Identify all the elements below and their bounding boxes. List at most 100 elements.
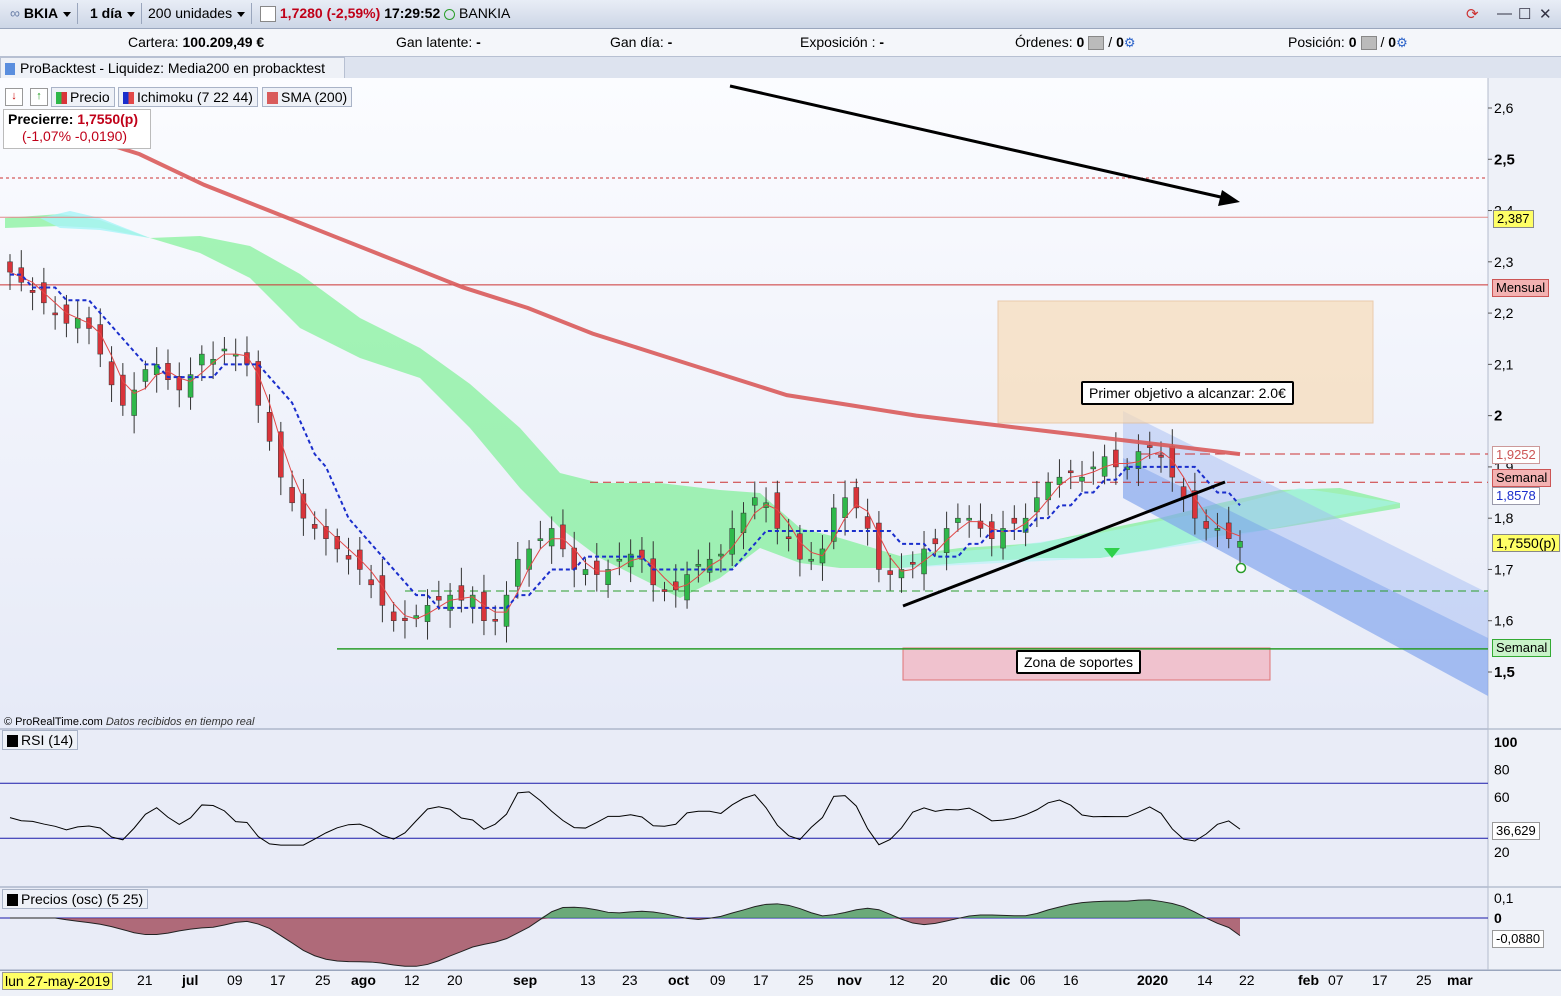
tag-current-price: 1,7550(p) <box>1492 534 1560 552</box>
ticker-label: BKIA <box>23 5 59 21</box>
refresh-icon[interactable]: ⟳ <box>1466 5 1479 23</box>
y-tick-label: 2,6 <box>1494 100 1514 116</box>
gan-dia: Gan día: - <box>610 34 673 50</box>
candle-body <box>537 538 544 541</box>
ordenes: Órdenes: 0/ 0⚙ <box>1015 34 1136 51</box>
x-tick-label: ago <box>351 972 376 988</box>
candle-body <box>255 361 262 406</box>
legend-sma[interactable]: SMA (200) <box>262 87 353 107</box>
arrow-down-icon[interactable]: ↓ <box>5 88 23 106</box>
arrow-up-icon[interactable]: ↑ <box>30 88 48 106</box>
y-tick-label: 2 <box>1494 408 1502 425</box>
positions-icon[interactable] <box>1360 36 1377 51</box>
tag-osc-value: -0,0880 <box>1492 930 1545 948</box>
candle-body <box>661 589 668 592</box>
tag-level-18578: 1,8578 <box>1492 487 1540 505</box>
price-chart[interactable]: 2,62,52,42,32,22,121,91,81,71,61,5100806… <box>0 78 1561 995</box>
gan-latente: Gan latente: - <box>396 34 481 50</box>
units-selector[interactable]: 200 unidades <box>142 3 253 24</box>
candle-body <box>695 564 702 567</box>
candle-body <box>492 619 498 622</box>
candle-body <box>1169 446 1176 478</box>
minimize-icon[interactable]: — <box>1497 5 1512 22</box>
candle-body <box>29 290 36 293</box>
candle-body <box>379 575 386 606</box>
candle-body <box>808 558 814 562</box>
candle-body <box>1158 455 1164 458</box>
orders-icon[interactable] <box>1088 36 1105 51</box>
rsi-tick-label: 20 <box>1494 844 1510 860</box>
osc-panel-title[interactable]: Precios (osc) (5 25) <box>2 889 149 909</box>
timeframe-selector[interactable]: 1 día <box>84 3 142 24</box>
candle-body <box>7 261 13 273</box>
x-tick-label: 14 <box>1197 972 1213 988</box>
candle-body <box>266 411 273 442</box>
x-tick-label: sep <box>513 972 538 988</box>
x-tick-label: 06 <box>1020 972 1036 988</box>
gear-icon[interactable]: ⚙ <box>1124 35 1136 50</box>
close-icon[interactable]: ✕ <box>1539 5 1552 23</box>
candle-body <box>52 312 58 316</box>
probacktest-bar[interactable]: ProBacktest - Liquidez: Media200 en prob… <box>0 57 345 79</box>
y-tick-label: 2,2 <box>1494 305 1514 321</box>
candle-body <box>1067 470 1074 474</box>
candle-body <box>515 558 521 587</box>
ichimoku-swatch <box>123 92 134 105</box>
candle-body <box>74 317 81 329</box>
rsi-tick-label: 100 <box>1494 734 1518 750</box>
candle-body <box>955 517 961 523</box>
x-tick-label: jul <box>182 972 199 988</box>
rsi-panel-bg <box>0 730 1488 886</box>
date-start-tag: lun 27-may-2019 <box>2 972 114 990</box>
candle-body <box>616 558 623 562</box>
sma-swatch <box>267 92 278 105</box>
x-tick-label: 21 <box>137 972 153 988</box>
legend-ichimoku[interactable]: Ichimoku (7 22 44) <box>118 87 258 107</box>
cartera: Cartera: 100.209,49 € <box>128 34 265 50</box>
x-tick-label: 2020 <box>1137 972 1169 988</box>
candle-body <box>864 516 871 529</box>
candle-body <box>1011 517 1018 524</box>
candle-body <box>221 348 228 352</box>
price-change: 1,7280 (-2,59%) <box>279 5 381 21</box>
quote-time: 17:29:52 <box>384 5 441 21</box>
link-icon: ∞ <box>10 5 20 21</box>
osc-panel-bg <box>0 888 1488 970</box>
candle-body <box>684 574 690 601</box>
osc-swatch <box>7 894 18 907</box>
candle-body <box>650 558 656 586</box>
ticker-selector[interactable]: ∞ BKIA <box>4 3 79 24</box>
osc-tick-label: 0,1 <box>1494 890 1514 906</box>
x-tick-label: 25 <box>315 972 331 988</box>
candle-body <box>142 369 149 382</box>
x-tick-label: oct <box>668 972 689 988</box>
precierre-box: Precierre: 1,7550(p) (-1,07% -0,0190) <box>3 109 151 149</box>
candle-body <box>605 569 611 585</box>
x-tick-label: 12 <box>404 972 420 988</box>
candle-body <box>594 560 600 575</box>
y-tick-label: 2,1 <box>1494 356 1514 372</box>
candle-body <box>1203 521 1209 529</box>
candle-body <box>729 528 735 555</box>
maximize-icon[interactable]: ☐ <box>1518 5 1531 23</box>
x-tick-label: 23 <box>622 972 638 988</box>
gear-icon[interactable]: ⚙ <box>1396 35 1408 50</box>
account-bar: Cartera: 100.209,49 € Gan latente: - Gan… <box>0 29 1561 57</box>
market-status-icon <box>444 8 456 20</box>
rsi-tick-label: 80 <box>1494 762 1510 778</box>
timeframe-label: 1 día <box>90 5 122 21</box>
legend-precio[interactable]: Precio <box>51 87 115 107</box>
candle-body <box>1090 466 1097 470</box>
x-tick-label: dic <box>990 972 1011 988</box>
chevron-down-icon <box>63 11 72 17</box>
rsi-panel-title[interactable]: RSI (14) <box>2 730 79 750</box>
instrument-name: BANKIA <box>459 5 511 21</box>
target-annotation[interactable]: Primer objetivo a alcanzar: 2.0€ <box>1081 381 1294 405</box>
candle-body <box>842 497 848 518</box>
candle-body <box>278 431 284 478</box>
support-annotation[interactable]: Zona de soportes <box>1016 650 1141 674</box>
x-tick-label: 13 <box>580 972 596 988</box>
candle-body <box>345 555 352 560</box>
watermark: © ProRealTime.com Datos recibidos en tie… <box>4 716 254 728</box>
candle-body <box>966 517 972 521</box>
